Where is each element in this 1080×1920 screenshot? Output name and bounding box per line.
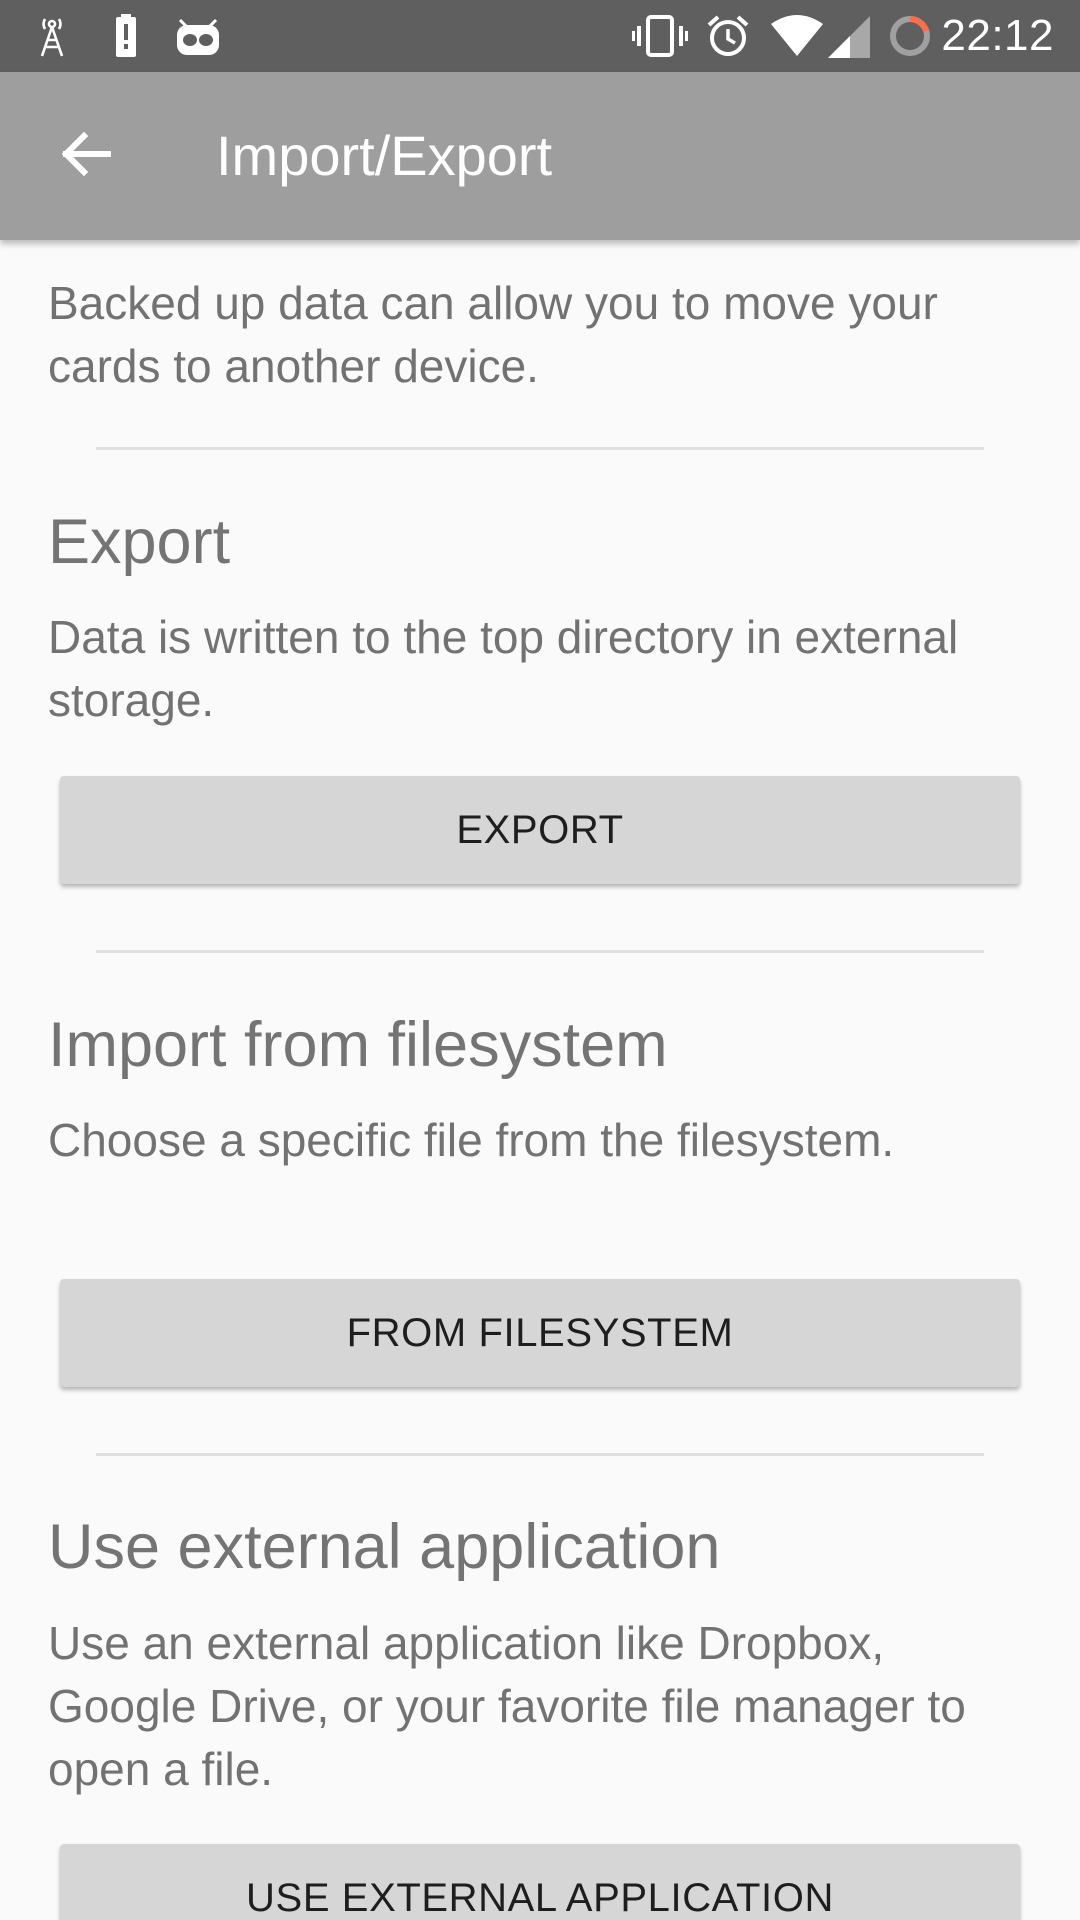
wifi-icon bbox=[771, 15, 823, 56]
page-title: Import/Export bbox=[216, 124, 553, 187]
external-application-description: Use an external application like Dropbox… bbox=[48, 1617, 966, 1795]
from-filesystem-button[interactable]: FROM FILESYSTEM bbox=[60, 1279, 1020, 1387]
status-bar: 22:12 bbox=[0, 0, 1080, 72]
export-button[interactable]: EXPORT bbox=[60, 776, 1020, 884]
arrow-back-icon[interactable] bbox=[56, 124, 116, 184]
external-application-heading: Use external application bbox=[48, 1512, 721, 1582]
loading-ring-icon bbox=[890, 16, 930, 56]
app-bar: Import/Export bbox=[0, 72, 1080, 240]
antenna-icon bbox=[40, 18, 64, 57]
divider bbox=[96, 447, 984, 450]
intro-text: Backed up data can allow you to move you… bbox=[48, 277, 938, 392]
cell-signal-icon bbox=[828, 16, 870, 58]
use-external-application-button[interactable]: USE EXTERNAL APPLICATION bbox=[60, 1844, 1020, 1920]
import-export-content[interactable]: Backed up data can allow you to move you… bbox=[0, 240, 1080, 1920]
divider bbox=[96, 950, 984, 953]
export-heading: Export bbox=[48, 507, 231, 577]
battery-alert-icon bbox=[116, 14, 136, 57]
import-filesystem-description: Choose a specific file from the filesyst… bbox=[48, 1114, 895, 1166]
divider bbox=[96, 1453, 984, 1456]
vibrate-icon bbox=[632, 15, 688, 57]
alarm-icon bbox=[707, 15, 749, 56]
export-description: Data is written to the top directory in … bbox=[48, 611, 959, 726]
cyanogen-mascot-icon bbox=[177, 18, 219, 55]
import-filesystem-heading: Import from filesystem bbox=[48, 1010, 668, 1080]
status-time: 22:12 bbox=[941, 11, 1054, 60]
